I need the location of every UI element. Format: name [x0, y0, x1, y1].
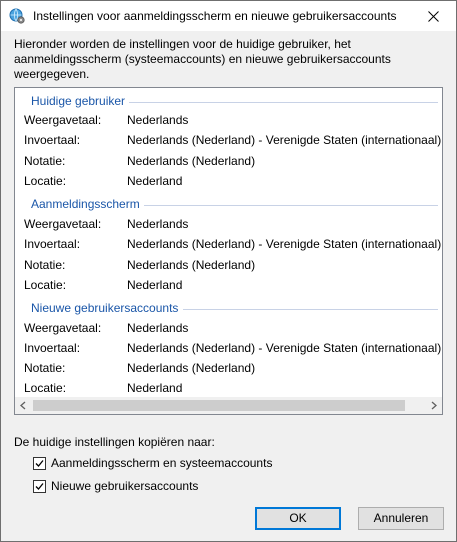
horizontal-scrollbar[interactable]: [15, 397, 442, 414]
copy-settings-label: De huidige instellingen kopiëren naar:: [14, 435, 215, 449]
row-label: Locatie:: [24, 278, 67, 292]
row-value: Nederlands: [127, 217, 189, 231]
row-label: Weergavetaal:: [24, 321, 102, 335]
section-title: Huidige gebruiker: [31, 94, 126, 108]
section-divider: [183, 309, 438, 310]
intro-text: Hieronder worden de instellingen voor de…: [14, 37, 391, 81]
row-value: Nederlands (Nederland): [127, 361, 256, 375]
row-value: Nederlands (Nederland) - Verenigde State…: [127, 237, 442, 251]
section-title: Nieuwe gebruikersaccounts: [31, 301, 179, 315]
row-value: Nederlands (Nederland): [127, 258, 256, 272]
close-icon[interactable]: [411, 1, 456, 31]
row-label: Invoertaal:: [24, 237, 81, 251]
cancel-button[interactable]: Annuleren: [358, 507, 444, 530]
globe-settings-icon: [9, 8, 25, 24]
checkbox-checked[interactable]: [33, 457, 46, 470]
row-label: Weergavetaal:: [24, 113, 102, 127]
ok-button[interactable]: OK: [255, 507, 341, 530]
row-value: Nederland: [127, 381, 183, 395]
row-value: Nederlands: [127, 321, 189, 335]
row-label: Weergavetaal:: [24, 217, 102, 231]
row-value: Nederland: [127, 174, 183, 188]
row-label: Locatie:: [24, 381, 67, 395]
row-value: Nederlands (Nederland) - Verenigde State…: [127, 341, 442, 355]
scroll-left-icon[interactable]: [15, 397, 32, 414]
row-label: Notatie:: [24, 258, 66, 272]
scrollbar-thumb[interactable]: [33, 400, 405, 411]
section-header-new-accounts: Nieuwe gebruikersaccounts: [15, 301, 442, 317]
checkbox-label[interactable]: Nieuwe gebruikersaccounts: [51, 479, 198, 493]
row-value: Nederlands: [127, 113, 189, 127]
section-divider: [129, 102, 438, 103]
scroll-right-icon[interactable]: [425, 397, 442, 414]
row-value: Nederlands (Nederland) - Verenigde State…: [127, 133, 442, 147]
checkbox-checked[interactable]: [33, 480, 46, 493]
row-value: Nederland: [127, 278, 183, 292]
row-label: Locatie:: [24, 174, 67, 188]
checkbox-label[interactable]: Aanmeldingsscherm en systeemaccounts: [51, 456, 272, 470]
section-title: Aanmeldingsscherm: [31, 197, 140, 211]
section-divider: [144, 205, 438, 206]
dialog-window: Instellingen voor aanmeldingsscherm en n…: [0, 0, 457, 542]
section-header-login-screen: Aanmeldingsscherm: [15, 197, 442, 213]
section-header-current-user: Huidige gebruiker: [15, 94, 442, 110]
row-value: Nederlands (Nederland): [127, 154, 256, 168]
row-label: Invoertaal:: [24, 341, 81, 355]
title-bar[interactable]: Instellingen voor aanmeldingsscherm en n…: [1, 1, 456, 31]
row-label: Notatie:: [24, 154, 66, 168]
settings-panel: Huidige gebruiker Weergavetaal: Nederlan…: [14, 87, 443, 415]
row-label: Notatie:: [24, 361, 66, 375]
window-title: Instellingen voor aanmeldingsscherm en n…: [33, 9, 397, 23]
row-label: Invoertaal:: [24, 133, 81, 147]
